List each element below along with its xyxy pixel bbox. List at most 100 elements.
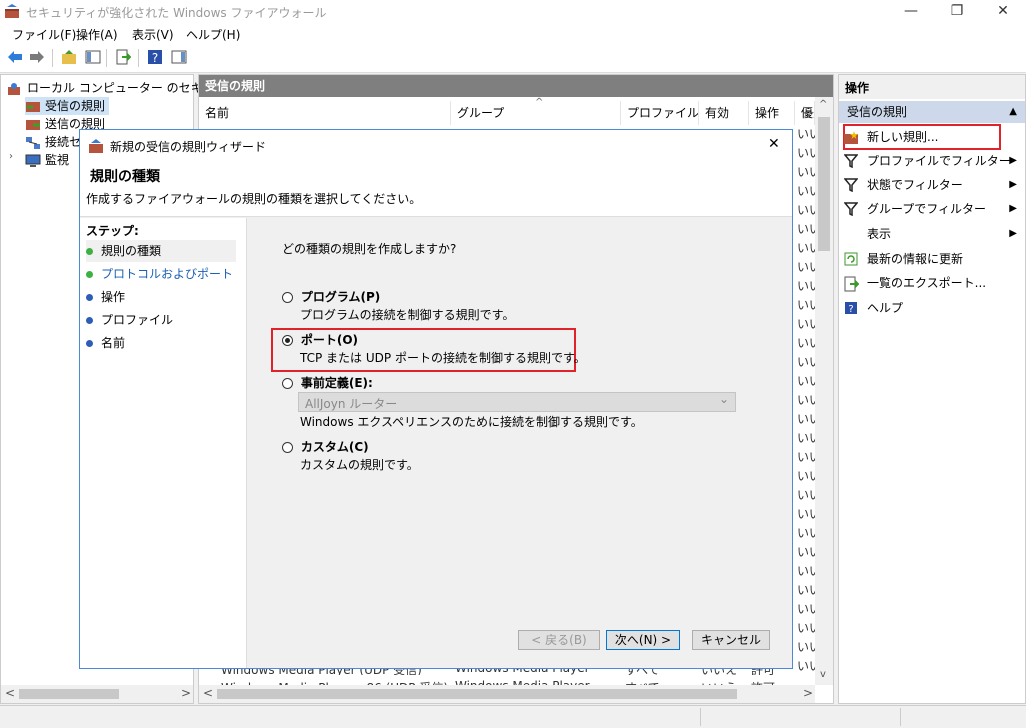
option-description: TCP または UDP ポートの接続を制御する規則です。: [300, 351, 586, 365]
submenu-arrow-icon: ▶: [1009, 179, 1017, 190]
page-subtitle: 作成するファイアウォールの規則の種類を選択してください。: [86, 192, 422, 206]
column-enabled[interactable]: 有効: [699, 101, 749, 125]
option-port[interactable]: ポート(O): [282, 331, 358, 348]
up-folder-icon[interactable]: [60, 48, 78, 66]
radio-program[interactable]: [282, 292, 293, 303]
menu-help[interactable]: ヘルプ(H): [186, 26, 240, 43]
option-custom[interactable]: カスタム(C): [282, 438, 369, 455]
rules-list-header: 受信の規則: [199, 75, 833, 97]
action-label: 状態でフィルター: [867, 178, 963, 192]
scroll-right-icon[interactable]: >: [803, 686, 813, 700]
connection-security-icon: [25, 136, 41, 150]
dialog-title-bar: 新規の受信の規則ウィザード ✕: [80, 130, 792, 160]
export-icon[interactable]: [114, 48, 132, 66]
step-action[interactable]: 操作: [86, 286, 125, 308]
step-label: プロトコルおよびポート: [101, 267, 234, 281]
back-button[interactable]: < 戻る(B): [518, 630, 600, 650]
show-action-pane-icon[interactable]: [170, 48, 188, 66]
column-name[interactable]: 名前: [199, 101, 451, 125]
scroll-thumb[interactable]: [217, 689, 737, 699]
menu-file[interactable]: ファイル(F): [12, 26, 76, 43]
tree-item-monitoring[interactable]: 監視: [25, 151, 69, 169]
title-bar: セキュリティが強化された Windows ファイアウォール — ❐ ✕: [0, 0, 1026, 24]
new-inbound-rule-wizard: 新規の受信の規則ウィザード ✕ 規則の種類 作成するファイアウォールの規則の種類…: [79, 129, 793, 669]
monitor-icon: [25, 154, 41, 168]
step-label: 名前: [101, 336, 126, 350]
option-description: プログラムの接続を制御する規則です。: [300, 308, 515, 322]
actions-section-label: 受信の規則: [847, 105, 908, 119]
column-action[interactable]: 操作: [749, 101, 795, 125]
action-refresh[interactable]: 最新の情報に更新: [843, 247, 1021, 271]
dialog-header: 規則の種類 作成するファイアウォールの規則の種類を選択してください。: [80, 160, 792, 217]
column-group[interactable]: グループ: [451, 101, 621, 125]
scroll-up-icon[interactable]: ^: [819, 99, 827, 110]
minimize-button[interactable]: —: [888, 0, 934, 24]
close-window-button[interactable]: ✕: [980, 0, 1026, 24]
toolbar-separator: [106, 49, 107, 67]
predefined-dropdown[interactable]: AllJoyn ルーター ⌄: [298, 392, 736, 412]
action-filter-group[interactable]: グループでフィルター ▶: [843, 197, 1021, 221]
restore-button[interactable]: ❐: [934, 0, 980, 24]
step-profile[interactable]: プロファイル: [86, 309, 173, 331]
show-hide-tree-icon[interactable]: [84, 48, 102, 66]
action-help[interactable]: ? ヘルプ: [843, 296, 1021, 320]
scroll-thumb[interactable]: [19, 689, 119, 699]
cancel-button[interactable]: キャンセル: [692, 630, 770, 650]
filter-icon: [843, 177, 859, 194]
back-arrow-icon[interactable]: [6, 48, 24, 66]
option-predefined[interactable]: 事前定義(E):: [282, 374, 373, 391]
step-protocol-ports[interactable]: プロトコルおよびポート: [86, 263, 233, 285]
scroll-down-icon[interactable]: v: [820, 669, 826, 680]
scroll-right-icon[interactable]: >: [181, 686, 191, 700]
column-override[interactable]: 優先: [795, 101, 815, 125]
filter-icon: [843, 153, 859, 170]
dropdown-value: AllJoyn ルーター: [305, 397, 398, 411]
svg-text:?: ?: [848, 304, 853, 315]
rules-horizontal-scrollbar[interactable]: < >: [199, 685, 815, 703]
column-profile[interactable]: プロファイル: [621, 101, 699, 125]
option-label: 事前定義(E):: [300, 376, 373, 390]
steps-label: ステップ:: [86, 224, 139, 238]
status-bar: [0, 705, 1026, 728]
action-export-list[interactable]: 一覧のエクスポート...: [843, 271, 1021, 295]
dialog-close-button[interactable]: ✕: [768, 136, 780, 152]
next-button[interactable]: 次へ(N) >: [606, 630, 680, 650]
scroll-left-icon[interactable]: <: [5, 686, 15, 700]
option-description: Windows エクスペリエンスのために接続を制御する規則です。: [300, 415, 643, 429]
action-filter-state[interactable]: 状態でフィルター ▶: [843, 173, 1021, 197]
option-program[interactable]: プログラム(P): [282, 288, 380, 305]
scroll-left-icon[interactable]: <: [203, 686, 213, 700]
step-rule-type[interactable]: 規則の種類: [86, 240, 236, 262]
menu-bar: ファイル(F) 操作(A) 表示(V) ヘルプ(H): [0, 24, 1026, 44]
step-label: 規則の種類: [101, 244, 162, 258]
menu-action[interactable]: 操作(A): [76, 26, 118, 43]
action-filter-profile[interactable]: プロファイルでフィルター ▶: [843, 149, 1021, 173]
radio-custom[interactable]: [282, 442, 293, 453]
submenu-arrow-icon: ▶: [1009, 203, 1017, 214]
radio-port[interactable]: [282, 335, 293, 346]
rules-vertical-scrollbar[interactable]: ^ v: [815, 97, 833, 685]
option-label: ポート(O): [300, 333, 358, 347]
forward-arrow-icon[interactable]: [28, 48, 46, 66]
menu-view[interactable]: 表示(V): [132, 26, 174, 43]
svg-text:?: ?: [152, 51, 158, 65]
actions-section-inbound[interactable]: 受信の規則 ▲: [839, 101, 1025, 123]
help-icon[interactable]: ?: [146, 48, 164, 66]
action-label: ヘルプ: [867, 301, 904, 315]
action-view[interactable]: 表示 ▶: [843, 222, 1021, 246]
radio-predefined[interactable]: [282, 378, 293, 389]
expand-chevron-icon[interactable]: ›: [9, 151, 13, 162]
step-name[interactable]: 名前: [86, 332, 125, 354]
new-rule-icon: [843, 130, 859, 146]
tree-horizontal-scrollbar[interactable]: < >: [1, 685, 193, 703]
action-new-rule[interactable]: 新しい規則...: [843, 125, 1021, 149]
collapse-caret-icon[interactable]: ▲: [1009, 101, 1017, 123]
toolbar: ?: [0, 44, 1026, 73]
submenu-arrow-icon: ▶: [1009, 228, 1017, 239]
refresh-icon: [843, 252, 859, 268]
page-title: 規則の種類: [90, 169, 160, 185]
window-title: セキュリティが強化された Windows ファイアウォール: [26, 6, 327, 20]
tree-item-inbound-rules[interactable]: 受信の規則: [25, 97, 110, 115]
scroll-thumb[interactable]: [818, 117, 830, 251]
help-icon: ?: [843, 301, 859, 317]
